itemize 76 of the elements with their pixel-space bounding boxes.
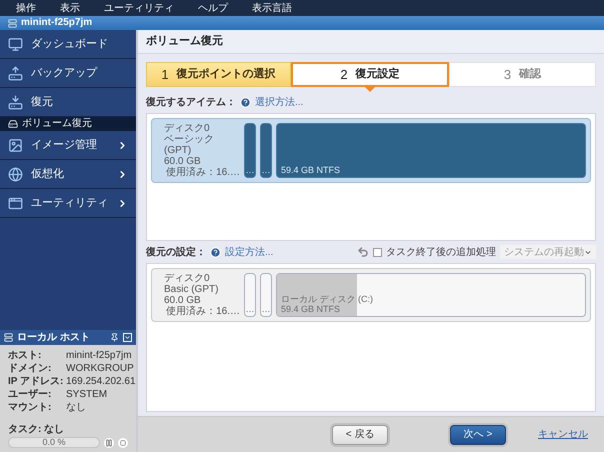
task-status: タスク: なし [7, 423, 66, 437]
disk-info: ディスク0 [164, 273, 211, 284]
field-label: ホスト: [8, 349, 42, 362]
partition-label: ローカル ディスク (C:) [280, 294, 374, 304]
drive-upload-icon [8, 66, 23, 80]
checkbox-label: タスク終了後の追加処理 [386, 246, 496, 260]
panel-title: ローカル ホスト [17, 332, 91, 342]
stop-icon[interactable] [118, 438, 128, 448]
field-value: 169.254.202.61 [66, 375, 136, 388]
back-button[interactable]: < 戻る [332, 424, 388, 444]
sidebar-item[interactable]: ユーティリティ [0, 189, 136, 218]
partition-bar[interactable]: … [260, 273, 272, 317]
disk-usage: 使用済み：16.… [166, 306, 240, 317]
field-value: minint-f25p7jm [66, 349, 133, 362]
partition-label: … [261, 165, 271, 175]
wizard-step[interactable]: 2 復元設定 [291, 62, 449, 87]
sidebar-item[interactable]: 復元 [0, 88, 136, 117]
field-value: SYSTEM [66, 388, 108, 401]
disk-card[interactable]: ディスク0 Basic (GPT) 60.0 GB 使用済み：16.… … … ローカル ディスク (C:) 59.4 GB NTFS [151, 268, 591, 322]
disk-info: 60.0 GB [164, 295, 202, 306]
progress-reading: 0.0 % [42, 438, 66, 447]
disk-info: 60.0 GB [164, 156, 202, 167]
disk-usage: 使用済み：16.… [166, 167, 240, 178]
next-button[interactable]: 次へ > [450, 424, 506, 444]
disk-info: Basic (GPT) [164, 284, 220, 295]
cancel-link[interactable]: キャンセル [538, 427, 588, 442]
help-link[interactable]: 選択方法... [255, 94, 304, 110]
field-label: ユーザー: [8, 388, 52, 401]
sidebar-item[interactable]: 仮想化 [0, 160, 136, 189]
step-pointer-icon [365, 87, 375, 92]
field-label: ドメイン: [8, 362, 52, 375]
monitor-icon [8, 36, 23, 52]
field-value: なし [66, 401, 87, 414]
menu-item[interactable]: 操作 [16, 0, 36, 16]
window-icon [8, 196, 23, 210]
disk-card[interactable]: ディスク0 ベーシック (GPT) 60.0 GB 使用済み：16.… … … 59.4 GB NTFS [151, 118, 591, 183]
page-title: ボリューム復元 [146, 34, 223, 50]
partition-bar[interactable]: … [260, 123, 272, 178]
sidebar-item[interactable]: バックアップ [0, 59, 136, 88]
partition-bar[interactable]: … [244, 123, 256, 178]
sidebar-item[interactable]: イメージ管理 [0, 131, 136, 160]
disk-info: ディスク0 [164, 123, 211, 134]
checkbox[interactable] [373, 248, 382, 256]
section-label: 復元するアイテム： [146, 96, 236, 110]
sidebar-item[interactable]: ボリューム復元 [0, 117, 136, 131]
disk-info: ベーシック (GPT) [164, 134, 215, 156]
section-label: 復元の設定： [146, 245, 206, 260]
menu-item[interactable]: ユーティリティ [104, 0, 174, 16]
undo-icon[interactable] [357, 246, 369, 258]
partition-bar[interactable]: … [244, 273, 256, 317]
partition-label: 59.4 GB NTFS [280, 304, 342, 314]
wizard-step[interactable]: 1 復元ポイントの選択 [146, 62, 291, 87]
drive-icon [8, 119, 18, 129]
help-link[interactable]: 設定方法... [225, 244, 274, 260]
window-title: minint-f25p7jm [21, 18, 92, 28]
partition-label: … [245, 165, 255, 175]
field-label: マウント: [8, 401, 52, 414]
pin-icon[interactable] [110, 333, 119, 342]
partition-label: … [261, 304, 271, 314]
menu-item[interactable]: 表示言語 [252, 0, 292, 16]
globe-icon [8, 166, 23, 182]
partition-bar[interactable]: 59.4 GB NTFS [276, 123, 586, 178]
sidebar-item[interactable]: ダッシュボード [0, 30, 136, 59]
partition-label: 59.4 GB NTFS [280, 165, 342, 175]
menu-item[interactable]: 表示 [60, 0, 80, 16]
image-icon [8, 138, 23, 152]
help-icon [210, 246, 221, 258]
partition-label: … [245, 304, 255, 314]
pause-icon[interactable] [104, 438, 114, 448]
help-icon [240, 96, 251, 108]
field-label: IP アドレス: [8, 375, 64, 388]
drive-download-icon [8, 94, 23, 110]
wizard-step[interactable]: 3 確認 [449, 62, 596, 87]
dropdown-icon[interactable] [123, 333, 132, 342]
field-value: WORKGROUP [66, 362, 135, 375]
menu-item[interactable]: ヘルプ [198, 0, 228, 16]
